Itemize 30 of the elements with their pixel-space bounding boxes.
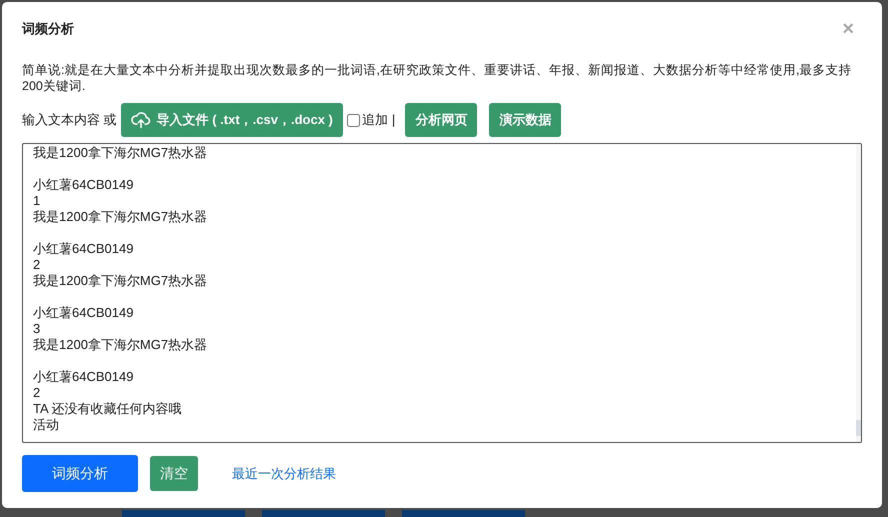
text-line: 活动: [33, 417, 59, 433]
action-button[interactable]: 分析网页: [405, 103, 478, 137]
text-area[interactable]: 我是1200拿下海尔MG7热水器 小红薯64CB0149 1 我是1200拿下海尔MG7热水器 小红薯64CB0149 2 我是1200拿下海尔MG7热水器 小红薯64CB0149 3 我是1200拿下海尔MG7热水器 小红薯64CB0149 2 TA 还没有收藏任何内容哦 活动: [22, 143, 862, 443]
action-button[interactable]: 演示数据: [489, 103, 562, 137]
description: 简单说:就是在大量文本中分析并提取出现次数最多的一批词语,在研究政策文件、重要讲话、年报、新闻报道、大数据分析等中经常使用,最多支持200关键词.: [22, 62, 852, 94]
text-line: 2: [33, 385, 40, 401]
text-line: 2: [33, 257, 40, 273]
recent-result-link[interactable]: 最近一次分析结果: [232, 464, 336, 484]
text-line: 3: [33, 321, 40, 337]
input-label: 输入文本内容 或: [22, 111, 117, 130]
text-line: 小红薯64CB0149: [33, 177, 134, 193]
text-line: 小红薯64CB0149: [33, 305, 134, 321]
text-line: 1: [33, 193, 40, 209]
text-line: 小红薯64CB0149: [33, 241, 134, 257]
text-line: TA 还没有收藏任何内容哦: [33, 401, 182, 417]
close-button[interactable]: ×: [842, 19, 854, 39]
separator: |: [392, 111, 396, 130]
import-file-button[interactable]: 导入文件 ( .txt，.csv，.docx ): [120, 103, 343, 137]
text-line: 我是1200拿下海尔MG7热水器: [33, 145, 208, 161]
text-line: 我是1200拿下海尔MG7热水器: [33, 209, 208, 225]
append-label: 追加: [362, 111, 388, 130]
analyze-button[interactable]: 词频分析: [22, 455, 138, 492]
scrollbar[interactable]: [856, 144, 861, 442]
dialog-title: 词频分析: [22, 20, 74, 38]
text-line: 小红薯64CB0149: [33, 369, 134, 385]
cloud-upload-icon: [130, 111, 151, 129]
clear-button[interactable]: 清空: [150, 456, 198, 491]
text-line: 我是1200拿下海尔MG7热水器: [33, 273, 208, 289]
text-line: 我是1200拿下海尔MG7热水器: [33, 337, 208, 353]
append-checkbox[interactable]: [346, 114, 360, 126]
